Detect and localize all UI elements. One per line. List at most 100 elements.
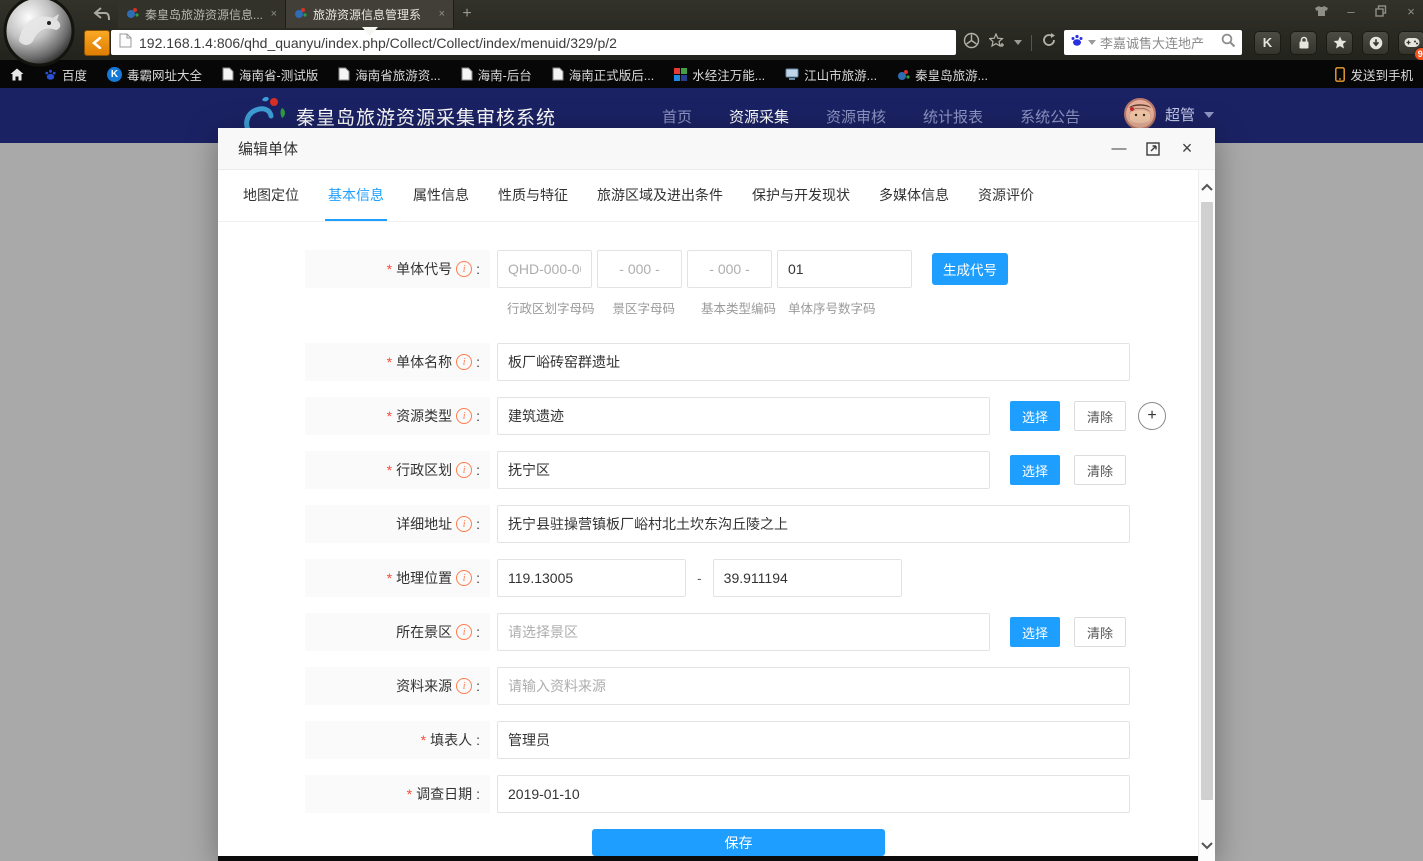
latitude-input[interactable]: [713, 559, 902, 597]
resource-type-add-button[interactable]: +: [1138, 402, 1166, 430]
info-icon[interactable]: i: [456, 678, 472, 694]
modal-minimize-icon[interactable]: —: [1111, 141, 1127, 157]
unit-name-row: * 单体名称 i :: [305, 343, 1215, 381]
home-button[interactable]: [10, 68, 24, 81]
search-query-text[interactable]: 李嘉诚售大连地产: [1100, 33, 1217, 52]
skin-theme-icon[interactable]: [1312, 3, 1330, 19]
user-menu[interactable]: 超管: [1124, 98, 1214, 130]
tab-title: 旅游资源信息管理系: [313, 6, 433, 23]
restore-window-icon[interactable]: [1372, 3, 1390, 19]
search-box[interactable]: 李嘉诚售大连地产: [1064, 30, 1242, 55]
tab-map-location[interactable]: 地图定位: [240, 170, 302, 221]
filler-input[interactable]: [497, 721, 1130, 759]
save-button[interactable]: 保存: [592, 829, 885, 856]
back-button[interactable]: [84, 30, 110, 56]
info-icon[interactable]: i: [456, 570, 472, 586]
bookmark-star-icon[interactable]: [989, 33, 1005, 53]
code-scenic-input[interactable]: [597, 250, 682, 288]
cheetah-browser-logo-icon[interactable]: [3, 0, 75, 67]
modal-close-icon[interactable]: ×: [1179, 141, 1195, 157]
bookmark-jiangshan[interactable]: 江山市旅游...: [785, 65, 877, 84]
downloads-button[interactable]: [1362, 31, 1389, 55]
url-text[interactable]: 192.168.1.4:806/qhd_quanyu/index.php/Col…: [139, 35, 617, 51]
nav-home[interactable]: 首页: [662, 106, 692, 127]
info-icon[interactable]: i: [456, 261, 472, 277]
games-badge: 9+: [1414, 47, 1423, 61]
favorites-star-button[interactable]: [1326, 31, 1353, 55]
browser-tab-resource-mgmt[interactable]: 旅游资源信息管理系 ×: [286, 0, 454, 28]
bookmark-hainan-test[interactable]: 海南省-测试版: [222, 65, 318, 84]
avatar: [1124, 98, 1156, 130]
edit-unit-modal: 编辑单体 — × 地图定位 基本信息 属性信息 性质与特征 旅游区域及进出条件 …: [218, 128, 1215, 861]
district-input[interactable]: [497, 451, 990, 489]
data-source-input[interactable]: [497, 667, 1130, 705]
info-icon[interactable]: i: [456, 624, 472, 640]
code-serial-input[interactable]: [777, 250, 912, 288]
unit-name-input[interactable]: [497, 343, 1130, 381]
longitude-input[interactable]: [497, 559, 686, 597]
address-bar[interactable]: 192.168.1.4:806/qhd_quanyu/index.php/Col…: [111, 30, 956, 55]
bookmark-baidu[interactable]: 百度: [44, 65, 87, 84]
modal-maximize-icon[interactable]: [1145, 141, 1161, 157]
username[interactable]: 超管: [1165, 104, 1195, 125]
district-clear-button[interactable]: 清除: [1074, 455, 1126, 485]
detailed-address-input[interactable]: [497, 505, 1130, 543]
modal-scrollbar[interactable]: [1198, 170, 1215, 861]
nav-resource-review[interactable]: 资源审核: [826, 106, 886, 127]
bookmark-qinhuangdao[interactable]: 秦皇岛旅游...: [897, 65, 988, 84]
tab-nature-features[interactable]: 性质与特征: [495, 170, 571, 221]
bookmark-hainan-backend[interactable]: 海南-后台: [461, 65, 532, 84]
nav-resource-collect[interactable]: 资源采集: [729, 106, 789, 127]
send-to-phone-button[interactable]: 发送到手机: [1335, 65, 1413, 84]
scenic-area-input[interactable]: [497, 613, 990, 651]
district-select-button[interactable]: 选择: [1010, 455, 1060, 485]
scroll-down-icon[interactable]: [1201, 837, 1213, 855]
tab-close-icon[interactable]: ×: [439, 8, 445, 20]
browser-tab-qhd-info[interactable]: 秦皇岛旅游资源信息... ×: [118, 0, 286, 28]
tab-resource-evaluation[interactable]: 资源评价: [975, 170, 1037, 221]
bookmark-hainan-official[interactable]: 海南正式版后...: [552, 65, 654, 84]
bookmark-dropdown-icon[interactable]: [1014, 40, 1022, 49]
bookmark-shuijingzhu[interactable]: 水经注万能...: [674, 65, 765, 84]
survey-date-input[interactable]: [497, 775, 1130, 813]
privacy-lock-button[interactable]: [1290, 31, 1317, 55]
kingsoft-button[interactable]: K: [1254, 31, 1281, 55]
games-button[interactable]: 9+: [1398, 31, 1423, 55]
scrollbar-thumb[interactable]: [1201, 202, 1213, 800]
bookmark-label: 海南省-测试版: [239, 65, 318, 84]
resource-type-label: * 资源类型 i :: [305, 397, 490, 435]
bookmark-hainan-tourism[interactable]: 海南省旅游资...: [338, 65, 440, 84]
tab-close-icon[interactable]: ×: [271, 8, 277, 20]
tab-protection-development[interactable]: 保护与开发现状: [749, 170, 853, 221]
scroll-up-icon[interactable]: [1201, 178, 1213, 196]
minimize-window-icon[interactable]: –: [1342, 3, 1360, 19]
extensions-wheel-icon[interactable]: [963, 32, 980, 54]
history-back-icon[interactable]: [86, 0, 118, 28]
close-window-icon[interactable]: ×: [1402, 3, 1420, 19]
tab-region-access[interactable]: 旅游区域及进出条件: [594, 170, 726, 221]
nav-statistics[interactable]: 统计报表: [923, 106, 983, 127]
generate-code-button[interactable]: 生成代号: [932, 253, 1008, 285]
scenic-select-button[interactable]: 选择: [1010, 617, 1060, 647]
search-magnifier-icon[interactable]: [1221, 33, 1236, 53]
resource-type-clear-button[interactable]: 清除: [1074, 401, 1126, 431]
tab-attribute-info[interactable]: 属性信息: [410, 170, 472, 221]
code-type-input[interactable]: [687, 250, 772, 288]
info-icon[interactable]: i: [456, 462, 472, 478]
scenic-clear-button[interactable]: 清除: [1074, 617, 1126, 647]
nav-announcements[interactable]: 系统公告: [1020, 106, 1080, 127]
user-dropdown-icon[interactable]: [1204, 112, 1214, 123]
search-engine-dropdown-icon[interactable]: [1088, 40, 1096, 49]
info-icon[interactable]: i: [456, 354, 472, 370]
code-region-input[interactable]: [497, 250, 592, 288]
new-tab-button[interactable]: +: [454, 0, 480, 28]
info-icon[interactable]: i: [456, 408, 472, 424]
refresh-icon[interactable]: [1041, 32, 1057, 53]
tab-multimedia-info[interactable]: 多媒体信息: [876, 170, 952, 221]
modal-header: 编辑单体 — ×: [218, 128, 1215, 170]
tab-basic-info[interactable]: 基本信息: [325, 170, 387, 221]
bookmark-duba[interactable]: K 毒霸网址大全: [107, 65, 202, 84]
resource-type-select-button[interactable]: 选择: [1010, 401, 1060, 431]
info-icon[interactable]: i: [456, 516, 472, 532]
resource-type-input[interactable]: [497, 397, 990, 435]
